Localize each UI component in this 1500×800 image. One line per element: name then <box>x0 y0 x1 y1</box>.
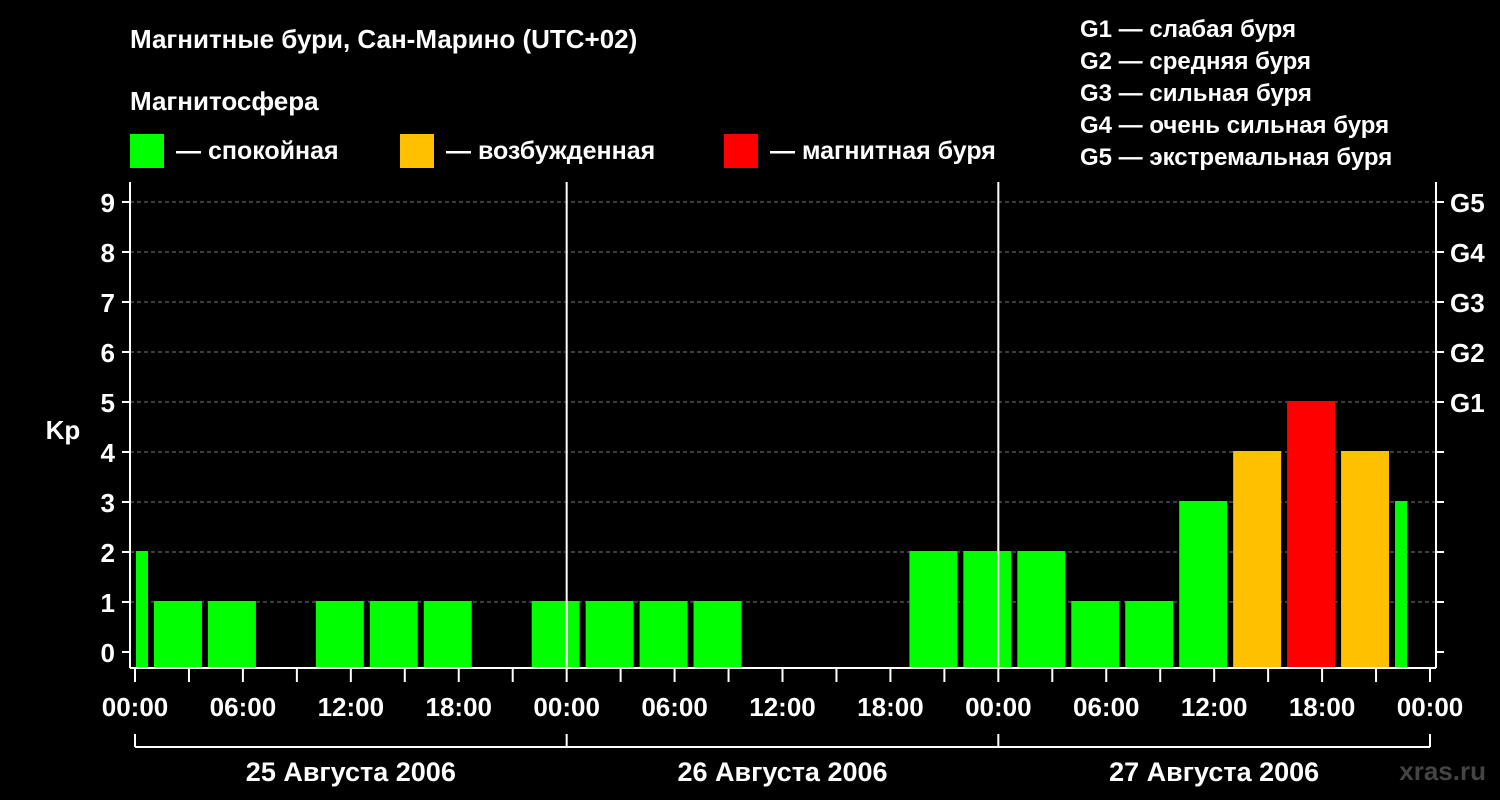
kp-bar-15 <box>909 551 958 667</box>
kp-bar-8 <box>531 601 580 667</box>
g-level-label: G5 <box>1450 188 1485 218</box>
y-tick-label: 2 <box>101 538 115 568</box>
x-tick-label: 06:00 <box>1073 692 1140 722</box>
x-tick-label: 18:00 <box>857 692 924 722</box>
kp-bar-19 <box>1125 601 1174 667</box>
y-tick-label: 3 <box>101 488 115 518</box>
g-level-label: G2 <box>1450 338 1485 368</box>
y-axis-label: Kp <box>46 415 81 445</box>
watermark: xras.ru <box>1399 756 1486 786</box>
kp-bar-18 <box>1071 601 1120 667</box>
kp-bar-2 <box>207 601 256 667</box>
y-tick-label: 8 <box>101 238 115 268</box>
x-tick-label: 00:00 <box>533 692 600 722</box>
x-tick-label: 00:00 <box>102 692 169 722</box>
kp-bar-21 <box>1233 451 1282 667</box>
x-tick-label: 00:00 <box>965 692 1032 722</box>
y-tick-label: 9 <box>101 188 115 218</box>
day-label: 25 Августа 2006 <box>246 757 456 787</box>
kp-bar-0 <box>136 551 148 667</box>
y-tick-label: 5 <box>101 388 115 418</box>
x-tick-label: 00:00 <box>1397 692 1464 722</box>
day-label: 27 Августа 2006 <box>1109 757 1319 787</box>
kp-bar-20 <box>1179 501 1228 667</box>
y-tick-label: 4 <box>101 438 116 468</box>
kp-bar-22 <box>1287 401 1336 667</box>
y-tick-label: 7 <box>101 288 115 318</box>
x-tick-label: 06:00 <box>641 692 708 722</box>
g-level-label: G1 <box>1450 388 1485 418</box>
x-tick-label: 12:00 <box>749 692 816 722</box>
kp-bar-1 <box>153 601 202 667</box>
x-tick-label: 18:00 <box>426 692 493 722</box>
x-tick-label: 06:00 <box>210 692 277 722</box>
y-tick-label: 6 <box>101 338 115 368</box>
kp-bar-chart: 0 1 2 3 4 5 6 7 8 9 Kp G1 G2 G3 G4 G5 00:00 06:00 12:00 18:… <box>46 182 1485 787</box>
y-tick-label: 1 <box>101 588 115 618</box>
g-level-label: G4 <box>1450 238 1485 268</box>
kp-bar-10 <box>639 601 688 667</box>
kp-bar-11 <box>693 601 742 667</box>
kp-bar-5 <box>369 601 418 667</box>
x-tick-label: 12:00 <box>1181 692 1248 722</box>
kp-bar-4 <box>315 601 364 667</box>
kp-bar-6 <box>423 601 472 667</box>
kp-bar-9 <box>585 601 634 667</box>
kp-bar-17 <box>1017 551 1066 667</box>
y-tick-label: 0 <box>101 638 115 668</box>
x-tick-label: 12:00 <box>318 692 385 722</box>
x-tick-label: 18:00 <box>1289 692 1356 722</box>
kp-bar-23 <box>1341 451 1390 667</box>
g-level-label: G3 <box>1450 288 1485 318</box>
day-label: 26 Августа 2006 <box>677 757 887 787</box>
kp-bar-24 <box>1395 501 1408 667</box>
kp-bar-16 <box>963 551 1012 667</box>
